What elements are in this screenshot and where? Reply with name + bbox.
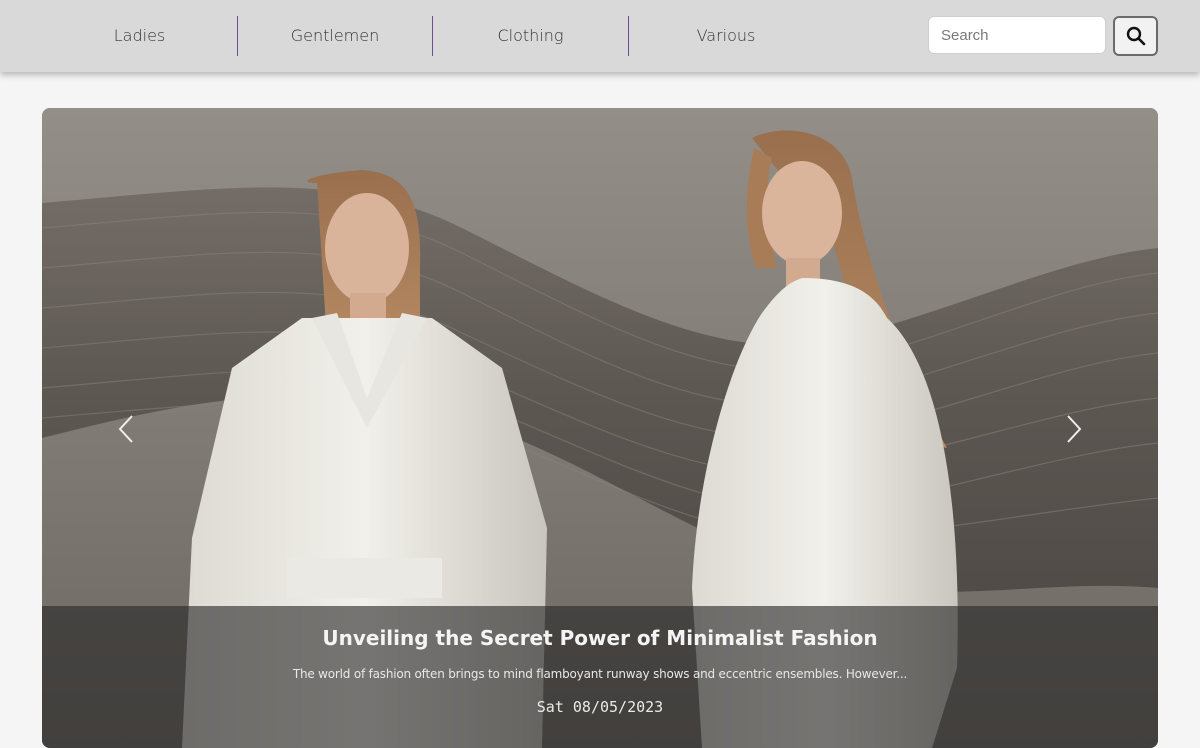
hero-carousel: Unveiling the Secret Power of Minimalist… (42, 108, 1158, 748)
nav-item-ladies[interactable]: Ladies (42, 0, 237, 72)
search-icon (1126, 26, 1145, 46)
slide-date: Sat 08/05/2023 (536, 698, 664, 716)
chevron-left-icon (118, 415, 133, 443)
search-button[interactable] (1113, 16, 1158, 56)
slide-excerpt: The world of fashion often brings to min… (292, 667, 908, 681)
slide-caption[interactable]: Unveiling the Secret Power of Minimalist… (42, 606, 1158, 748)
nav-item-various[interactable]: Various (629, 0, 823, 72)
carousel-next-button[interactable] (1054, 404, 1094, 454)
nav-item-clothing[interactable]: Clothing (433, 0, 628, 72)
search-input[interactable] (928, 16, 1106, 54)
nav-item-gentlemen[interactable]: Gentlemen (238, 0, 432, 72)
top-navbar: Ladies Gentlemen Clothing Various (0, 0, 1200, 72)
carousel-prev-button[interactable] (106, 404, 146, 454)
slide-title[interactable]: Unveiling the Secret Power of Minimalist… (42, 626, 1158, 650)
chevron-right-icon (1067, 415, 1082, 443)
